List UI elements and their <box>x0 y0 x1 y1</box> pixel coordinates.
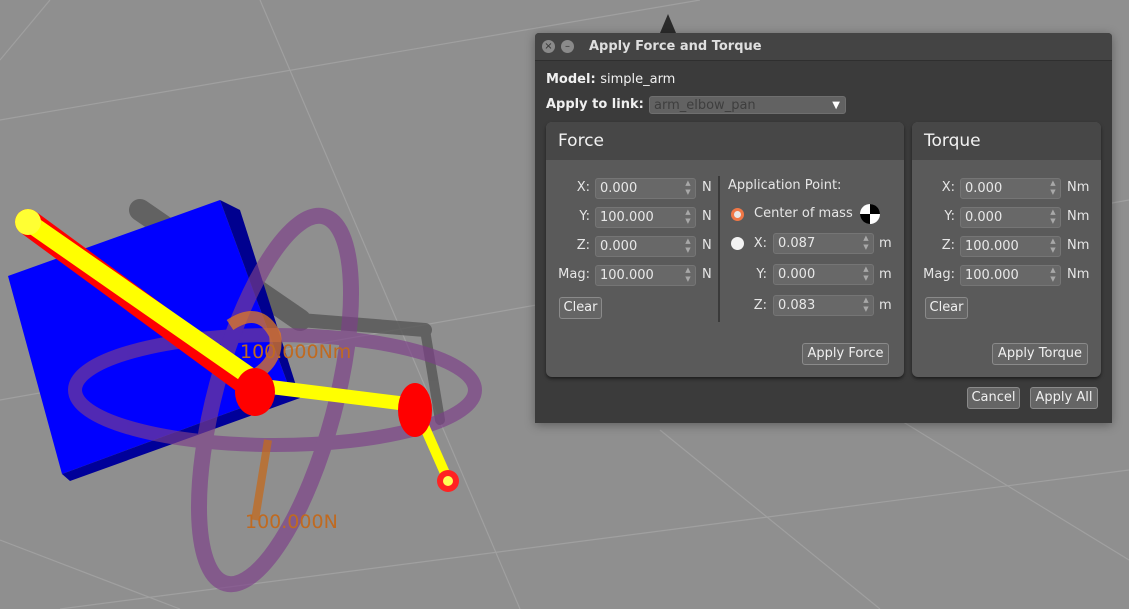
torque-clear-button[interactable]: Clear <box>925 297 968 319</box>
force-y-label: Y: <box>579 209 590 224</box>
titlebar: × – Apply Force and Torque <box>535 33 1112 61</box>
force-y-unit: N <box>702 209 712 224</box>
torque-heading: Torque <box>912 122 1101 160</box>
chevron-down-icon: ▼ <box>832 100 840 111</box>
force-y-input[interactable]: 100.000 ▲ ▼ <box>595 207 696 228</box>
torque-y-label: Y: <box>944 209 955 224</box>
apply-force-button[interactable]: Apply Force <box>802 343 889 365</box>
spin-arrows-icon[interactable]: ▲ ▼ <box>861 265 871 284</box>
link-select[interactable]: arm_elbow_pan ▼ <box>649 96 846 114</box>
link-select-value: arm_elbow_pan <box>654 98 756 113</box>
spin-arrows-icon[interactable]: ▲ ▼ <box>1048 179 1058 198</box>
torque-y-unit: Nm <box>1067 209 1090 224</box>
force-clear-button[interactable]: Clear <box>559 297 602 319</box>
spin-arrows-icon[interactable]: ▲ ▼ <box>683 266 693 285</box>
point-y-unit: m <box>879 267 892 282</box>
point-z-label: Z: <box>753 298 767 313</box>
torque-mag-label: Mag: <box>923 267 955 282</box>
spin-arrows-icon[interactable]: ▲ ▼ <box>1048 237 1058 256</box>
force-mag-label: Mag: <box>558 267 590 282</box>
close-icon[interactable]: × <box>542 40 555 53</box>
custom-point-radio[interactable] <box>731 237 744 250</box>
force-mag-input[interactable]: 100.000 ▲ ▼ <box>595 265 696 286</box>
model-row: Model: simple_arm <box>546 72 675 87</box>
torque-x-label: X: <box>941 180 955 195</box>
spin-arrows-icon[interactable]: ▲ ▼ <box>683 237 693 256</box>
point-x-unit: m <box>879 236 892 251</box>
model-value: simple_arm <box>600 72 676 87</box>
apply-torque-button[interactable]: Apply Torque <box>992 343 1088 365</box>
spin-arrows-icon[interactable]: ▲ ▼ <box>683 208 693 227</box>
apply-force-torque-dialog: × – Apply Force and Torque Model: simple… <box>535 33 1112 423</box>
application-point-heading: Application Point: <box>728 178 842 193</box>
cancel-button[interactable]: Cancel <box>967 387 1020 409</box>
torque-scene-label: 100.000Nm <box>240 341 351 363</box>
link-label: Apply to link: <box>546 97 644 112</box>
cursor-marker <box>660 14 676 33</box>
torque-z-unit: Nm <box>1067 238 1090 253</box>
divider <box>718 176 720 322</box>
center-of-mass-label: Center of mass <box>754 206 853 221</box>
point-y-label: Y: <box>756 267 767 282</box>
force-scene-label: 100.000N <box>245 511 338 533</box>
force-x-label: X: <box>576 180 590 195</box>
dialog-title: Apply Force and Torque <box>589 39 762 54</box>
force-x-unit: N <box>702 180 712 195</box>
point-z-unit: m <box>879 298 892 313</box>
torque-y-input[interactable]: 0.000 ▲ ▼ <box>960 207 1061 228</box>
spin-arrows-icon[interactable]: ▲ ▼ <box>861 296 871 315</box>
model-label: Model: <box>546 72 596 87</box>
force-x-input[interactable]: 0.000 ▲ ▼ <box>595 178 696 199</box>
force-panel: Force X: 0.000 ▲ ▼ N Y: 100.000 ▲ ▼ N Z: 0.0… <box>546 122 904 377</box>
point-x-label: X: <box>753 236 767 251</box>
spin-arrows-icon[interactable]: ▲ ▼ <box>683 179 693 198</box>
torque-x-unit: Nm <box>1067 180 1090 195</box>
point-x-input[interactable]: 0.087 ▲ ▼ <box>773 233 874 254</box>
spin-arrows-icon[interactable]: ▲ ▼ <box>861 234 871 253</box>
torque-panel: Torque X: 0.000 ▲ ▼ Nm Y: 0.000 ▲ ▼ Nm Z: 10… <box>912 122 1101 377</box>
torque-mag-input[interactable]: 100.000 ▲ ▼ <box>960 265 1061 286</box>
torque-z-input[interactable]: 100.000 ▲ ▼ <box>960 236 1061 257</box>
point-y-input[interactable]: 0.000 ▲ ▼ <box>773 264 874 285</box>
apply-all-button[interactable]: Apply All <box>1030 387 1098 409</box>
torque-mag-unit: Nm <box>1067 267 1090 282</box>
minimize-icon[interactable]: – <box>561 40 574 53</box>
force-mag-unit: N <box>702 267 712 282</box>
center-of-mass-radio[interactable] <box>731 208 744 221</box>
force-z-label: Z: <box>576 238 590 253</box>
center-of-mass-icon <box>860 204 880 224</box>
torque-z-label: Z: <box>941 238 955 253</box>
force-heading: Force <box>546 122 904 160</box>
spin-arrows-icon[interactable]: ▲ ▼ <box>1048 208 1058 227</box>
point-z-input[interactable]: 0.083 ▲ ▼ <box>773 295 874 316</box>
spin-arrows-icon[interactable]: ▲ ▼ <box>1048 266 1058 285</box>
force-z-unit: N <box>702 238 712 253</box>
torque-x-input[interactable]: 0.000 ▲ ▼ <box>960 178 1061 199</box>
force-z-input[interactable]: 0.000 ▲ ▼ <box>595 236 696 257</box>
